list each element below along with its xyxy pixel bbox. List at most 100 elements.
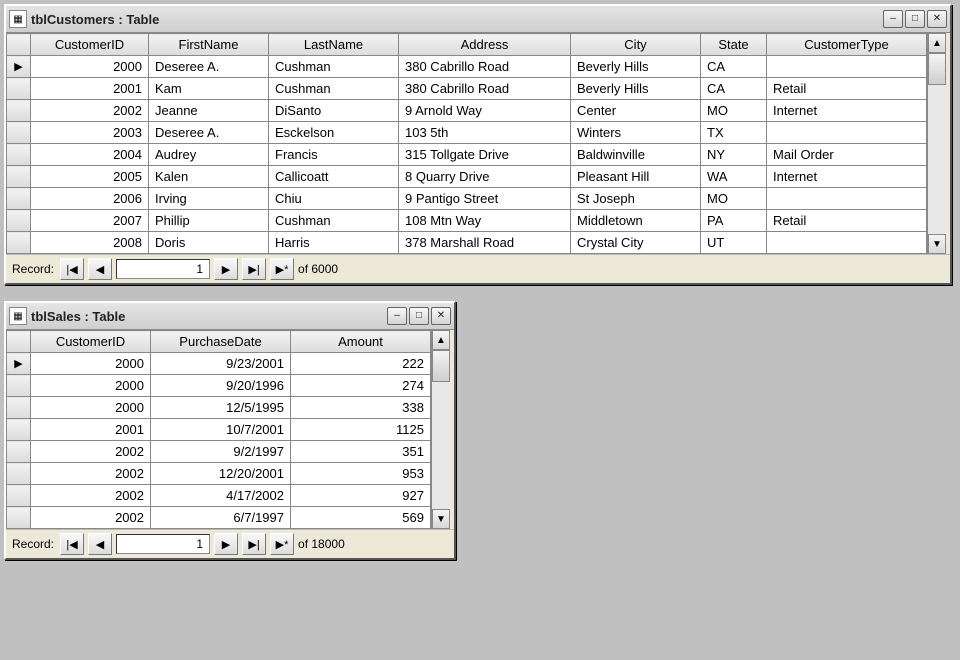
cell[interactable]: 12/20/2001 <box>151 463 291 485</box>
cell[interactable]: 569 <box>291 507 431 529</box>
sales-vscrollbar[interactable]: ▲ ▼ <box>431 330 450 529</box>
record-number-input[interactable] <box>116 534 210 554</box>
cell[interactable]: 2002 <box>31 100 149 122</box>
cell[interactable]: 315 Tollgate Drive <box>399 144 571 166</box>
cell[interactable] <box>767 56 927 78</box>
cell[interactable]: Audrey <box>149 144 269 166</box>
cell[interactable]: 2000 <box>31 353 151 375</box>
close-button[interactable]: ✕ <box>431 307 451 325</box>
cell[interactable]: Baldwinville <box>571 144 701 166</box>
minimize-button[interactable]: – <box>387 307 407 325</box>
cell[interactable]: 378 Marshall Road <box>399 232 571 254</box>
scroll-down-icon[interactable]: ▼ <box>432 509 450 529</box>
cell[interactable]: CA <box>701 56 767 78</box>
cell[interactable]: NY <box>701 144 767 166</box>
cell[interactable]: TX <box>701 122 767 144</box>
cell[interactable]: MO <box>701 188 767 210</box>
row-selector[interactable]: ▶ <box>7 56 31 78</box>
row-selector-header[interactable] <box>7 34 31 56</box>
cell[interactable]: 9/2/1997 <box>151 441 291 463</box>
cell[interactable]: 2003 <box>31 122 149 144</box>
row-selector[interactable] <box>7 210 31 232</box>
table-row[interactable]: 2002JeanneDiSanto9 Arnold WayCenterMOInt… <box>7 100 927 122</box>
close-button[interactable]: ✕ <box>927 10 947 28</box>
cell[interactable]: Retail <box>767 78 927 100</box>
cell[interactable]: 380 Cabrillo Road <box>399 56 571 78</box>
cell[interactable]: 12/5/1995 <box>151 397 291 419</box>
table-row[interactable]: 200012/5/1995338 <box>7 397 431 419</box>
cell[interactable]: Harris <box>269 232 399 254</box>
row-selector[interactable] <box>7 122 31 144</box>
table-row[interactable]: 20026/7/1997569 <box>7 507 431 529</box>
cell[interactable]: 338 <box>291 397 431 419</box>
table-row[interactable]: 2007PhillipCushman108 Mtn WayMiddletownP… <box>7 210 927 232</box>
column-header[interactable]: CustomerType <box>767 34 927 56</box>
cell[interactable] <box>767 122 927 144</box>
cell[interactable]: 108 Mtn Way <box>399 210 571 232</box>
row-selector[interactable] <box>7 166 31 188</box>
row-selector[interactable] <box>7 232 31 254</box>
cell[interactable]: 274 <box>291 375 431 397</box>
nav-new-button[interactable]: ▶* <box>270 258 294 280</box>
cell[interactable]: 2002 <box>31 485 151 507</box>
cell[interactable]: 953 <box>291 463 431 485</box>
table-row[interactable]: 20029/2/1997351 <box>7 441 431 463</box>
cell[interactable]: Middletown <box>571 210 701 232</box>
cell[interactable]: Deseree A. <box>149 56 269 78</box>
row-selector[interactable] <box>7 419 31 441</box>
cell[interactable]: Jeanne <box>149 100 269 122</box>
table-row[interactable]: 2003Deseree A.Esckelson103 5thWintersTX <box>7 122 927 144</box>
cell[interactable]: 2005 <box>31 166 149 188</box>
cell[interactable]: Francis <box>269 144 399 166</box>
column-header[interactable]: State <box>701 34 767 56</box>
nav-next-button[interactable]: ▶ <box>214 258 238 280</box>
cell[interactable]: Kalen <box>149 166 269 188</box>
cell[interactable]: 2007 <box>31 210 149 232</box>
table-row[interactable]: 200212/20/2001953 <box>7 463 431 485</box>
cell[interactable]: Pleasant Hill <box>571 166 701 188</box>
table-row[interactable]: 2006IrvingChiu9 Pantigo StreetSt JosephM… <box>7 188 927 210</box>
table-row[interactable]: 2001KamCushman380 Cabrillo RoadBeverly H… <box>7 78 927 100</box>
cell[interactable]: Callicoatt <box>269 166 399 188</box>
cell[interactable]: Esckelson <box>269 122 399 144</box>
nav-first-button[interactable]: |◀ <box>60 258 84 280</box>
cell[interactable] <box>767 188 927 210</box>
cell[interactable]: MO <box>701 100 767 122</box>
row-selector[interactable] <box>7 188 31 210</box>
minimize-button[interactable]: – <box>883 10 903 28</box>
row-selector[interactable] <box>7 78 31 100</box>
table-row[interactable]: 2008DorisHarris378 Marshall RoadCrystal … <box>7 232 927 254</box>
cell[interactable]: St Joseph <box>571 188 701 210</box>
maximize-button[interactable]: □ <box>409 307 429 325</box>
maximize-button[interactable]: □ <box>905 10 925 28</box>
table-row[interactable]: 20024/17/2002927 <box>7 485 431 507</box>
cell[interactable]: 222 <box>291 353 431 375</box>
scroll-up-icon[interactable]: ▲ <box>432 330 450 350</box>
row-selector[interactable] <box>7 507 31 529</box>
cell[interactable]: Phillip <box>149 210 269 232</box>
table-row[interactable]: 2004AudreyFrancis315 Tollgate DriveBaldw… <box>7 144 927 166</box>
sales-titlebar[interactable]: ▦ tblSales : Table – □ ✕ <box>6 303 454 330</box>
column-header[interactable]: CustomerID <box>31 34 149 56</box>
customers-titlebar[interactable]: ▦ tblCustomers : Table – □ ✕ <box>6 6 950 33</box>
cell[interactable]: Crystal City <box>571 232 701 254</box>
table-row[interactable]: ▶20009/23/2001222 <box>7 353 431 375</box>
cell[interactable]: 2002 <box>31 463 151 485</box>
nav-last-button[interactable]: ▶| <box>242 533 266 555</box>
row-selector[interactable] <box>7 375 31 397</box>
cell[interactable]: Beverly Hills <box>571 56 701 78</box>
cell[interactable]: 2001 <box>31 419 151 441</box>
record-number-input[interactable] <box>116 259 210 279</box>
row-selector[interactable] <box>7 441 31 463</box>
cell[interactable]: Winters <box>571 122 701 144</box>
cell[interactable]: DiSanto <box>269 100 399 122</box>
cell[interactable]: 2008 <box>31 232 149 254</box>
column-header[interactable]: CustomerID <box>31 331 151 353</box>
cell[interactable]: Beverly Hills <box>571 78 701 100</box>
cell[interactable]: Mail Order <box>767 144 927 166</box>
column-header[interactable]: PurchaseDate <box>151 331 291 353</box>
cell[interactable]: 2000 <box>31 375 151 397</box>
column-header[interactable]: Amount <box>291 331 431 353</box>
nav-prev-button[interactable]: ◀ <box>88 258 112 280</box>
cell[interactable]: 2000 <box>31 56 149 78</box>
